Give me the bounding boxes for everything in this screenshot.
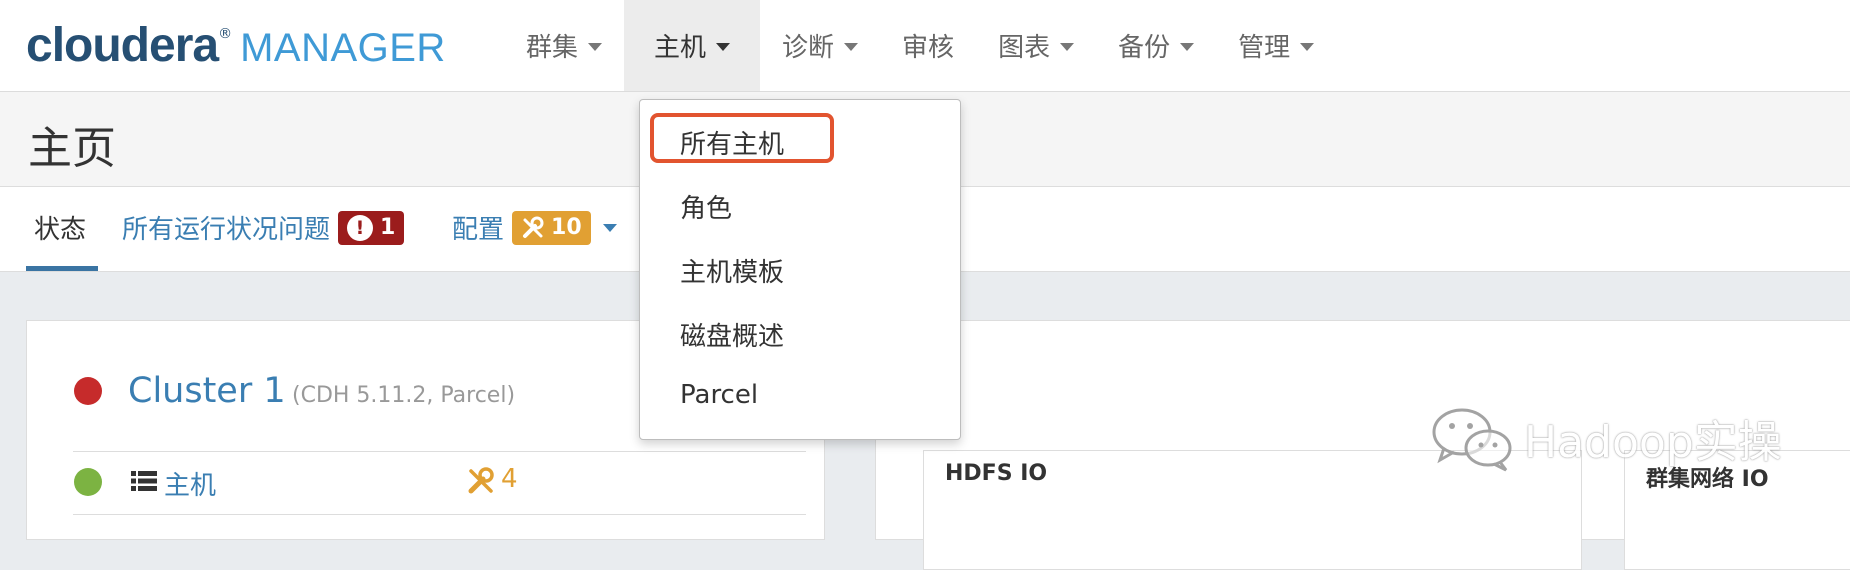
logo-product: MANAGER: [240, 26, 446, 70]
nav-diagnostics[interactable]: 诊断: [760, 0, 880, 91]
hosts-dropdown-menu: 所有主机 角色 主机模板 磁盘概述 Parcel: [639, 99, 961, 440]
hdfs-io-chart-title: HDFS IO: [945, 461, 1048, 486]
tab-health-issues[interactable]: 所有运行状况问题 ! 1: [122, 209, 405, 246]
nav-audits-label: 审核: [902, 33, 955, 63]
logo-registered-mark: ®: [218, 26, 233, 42]
logo-wordmark: cloudera: [26, 19, 219, 72]
nav-charts[interactable]: 图表: [976, 0, 1096, 91]
chevron-down-icon: [716, 42, 731, 51]
hosts-link[interactable]: 主机: [164, 465, 216, 502]
cluster-health-indicator: [74, 377, 102, 405]
menu-item-host-templates[interactable]: 主机模板: [680, 252, 784, 289]
wrench-icon: [523, 216, 544, 238]
tab-status-label: 状态: [34, 215, 87, 245]
nav-backup-label: 备份: [1118, 33, 1171, 63]
tab-health-issues-label: 所有运行状况问题: [122, 215, 331, 245]
cloudera-manager-logo[interactable]: cloudera® MANAGER: [26, 18, 446, 74]
nav-administration-label: 管理: [1238, 33, 1291, 63]
menu-item-roles[interactable]: 角色: [680, 188, 732, 225]
hosts-health-indicator: [74, 468, 102, 496]
chevron-down-icon: [588, 42, 603, 51]
nav-backup[interactable]: 备份: [1096, 0, 1216, 91]
cluster-version: (CDH 5.11.2, Parcel): [292, 383, 516, 408]
main-menu: 群集 主机 诊断 审核 图表 备份 管理: [504, 0, 1336, 91]
watermark: Hadoop实操: [1430, 402, 1782, 474]
nav-audits[interactable]: 审核: [880, 0, 976, 91]
divider: [73, 451, 806, 452]
divider: [73, 514, 806, 515]
exclamation-icon: !: [347, 214, 374, 241]
nav-charts-label: 图表: [998, 33, 1051, 63]
configuration-count: 10: [551, 215, 582, 240]
nav-clusters-label: 群集: [526, 33, 579, 63]
hosts-config-issue-count[interactable]: 4: [501, 464, 518, 494]
cluster-name-link[interactable]: Cluster 1: [128, 371, 286, 411]
page-title: 主页: [28, 123, 116, 174]
menu-item-all-hosts[interactable]: 所有主机: [680, 124, 784, 161]
chevron-down-icon[interactable]: [602, 223, 617, 232]
chevron-down-icon: [1300, 42, 1315, 51]
tab-configuration[interactable]: 配置 10: [452, 209, 617, 246]
nav-administration[interactable]: 管理: [1216, 0, 1336, 91]
nav-hosts-label: 主机: [654, 33, 707, 63]
menu-item-disks-overview[interactable]: 磁盘概述: [680, 316, 784, 353]
health-issues-count: 1: [380, 215, 396, 240]
tab-configuration-label: 配置: [452, 215, 505, 245]
watermark-text: Hadoop实操: [1524, 417, 1782, 468]
chevron-down-icon: [844, 42, 859, 51]
nav-diagnostics-label: 诊断: [782, 33, 835, 63]
nav-clusters[interactable]: 群集: [504, 0, 624, 91]
chevron-down-icon: [1060, 42, 1075, 51]
health-issues-badge: ! 1: [338, 210, 405, 245]
nav-hosts[interactable]: 主机: [624, 0, 761, 91]
configuration-badge: 10: [512, 210, 591, 245]
wrench-icon[interactable]: [467, 467, 495, 495]
list-icon: [131, 471, 157, 491]
active-tab-indicator: [26, 266, 98, 271]
wechat-icon: [1432, 408, 1512, 472]
tab-status[interactable]: 状态: [34, 209, 86, 246]
top-navbar: cloudera® MANAGER 群集 主机 诊断 审核 图表 备份 管理: [0, 0, 1850, 92]
chevron-down-icon: [1180, 42, 1195, 51]
menu-item-parcels[interactable]: Parcel: [680, 380, 758, 410]
